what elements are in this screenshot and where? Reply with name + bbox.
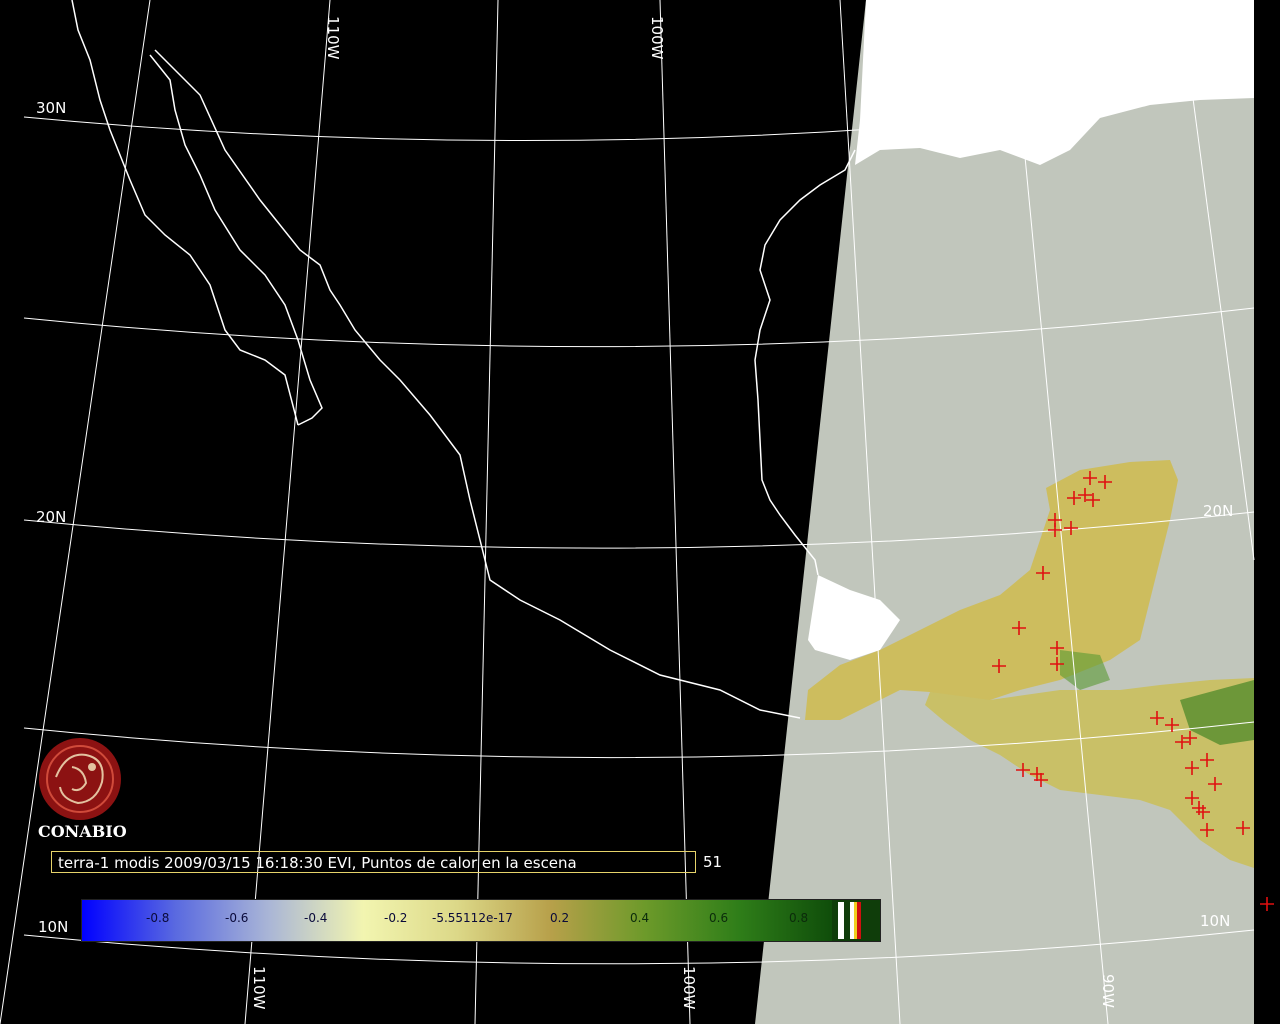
lon-label-100w-top: 100W	[648, 16, 666, 60]
colorbar-tick: 0.6	[709, 911, 729, 925]
conabio-logo-icon	[39, 738, 121, 820]
lat-label-10n-east: 10N	[1200, 912, 1230, 930]
hotspot-marker	[1260, 897, 1274, 911]
colorbar-swatch-white	[838, 902, 844, 939]
lat-label-30n: 30N	[36, 99, 66, 117]
colorbar-tick: -0.4	[304, 911, 328, 925]
colorbar-tick: 0.8	[789, 911, 809, 925]
lat-label-20n-west: 20N	[36, 508, 66, 526]
lon-label-110w-top: 110W	[324, 16, 342, 60]
coastline-mainland-pacific	[154, 49, 801, 719]
lat-label-20n-east: 20N	[1203, 502, 1233, 520]
evi-colorbar: -0.8 -0.6 -0.4 -0.2 -5.55112e-17 0.2 0.4…	[81, 899, 881, 942]
colorbar-tick: 0.4	[630, 911, 650, 925]
scene-swath	[755, 0, 1254, 1024]
colorbar-swatch-red	[857, 902, 861, 939]
coastline-baja-west	[71, 0, 299, 426]
colorbar-tick: -0.8	[146, 911, 170, 925]
colorbar-tick: -0.6	[225, 911, 249, 925]
coastlines	[71, 0, 856, 719]
hotspot-count: 51	[703, 853, 723, 871]
lon-label-110w-bottom: 110W	[250, 966, 268, 1010]
lat-label-10n-west: 10N	[38, 918, 68, 936]
colorbar-tick: -5.55112e-17	[432, 911, 513, 925]
coastline-baja-east	[149, 54, 323, 426]
logo-wordmark: CONABIO	[38, 822, 127, 841]
colorbar-tick: -0.2	[384, 911, 408, 925]
scene-caption: terra-1 modis 2009/03/15 16:18:30 EVI, P…	[51, 851, 696, 873]
lon-label-90w-bottom: 90W	[1099, 974, 1117, 1008]
lon-label-100w-bottom: 100W	[680, 966, 698, 1010]
colorbar-tick: 0.2	[550, 911, 570, 925]
